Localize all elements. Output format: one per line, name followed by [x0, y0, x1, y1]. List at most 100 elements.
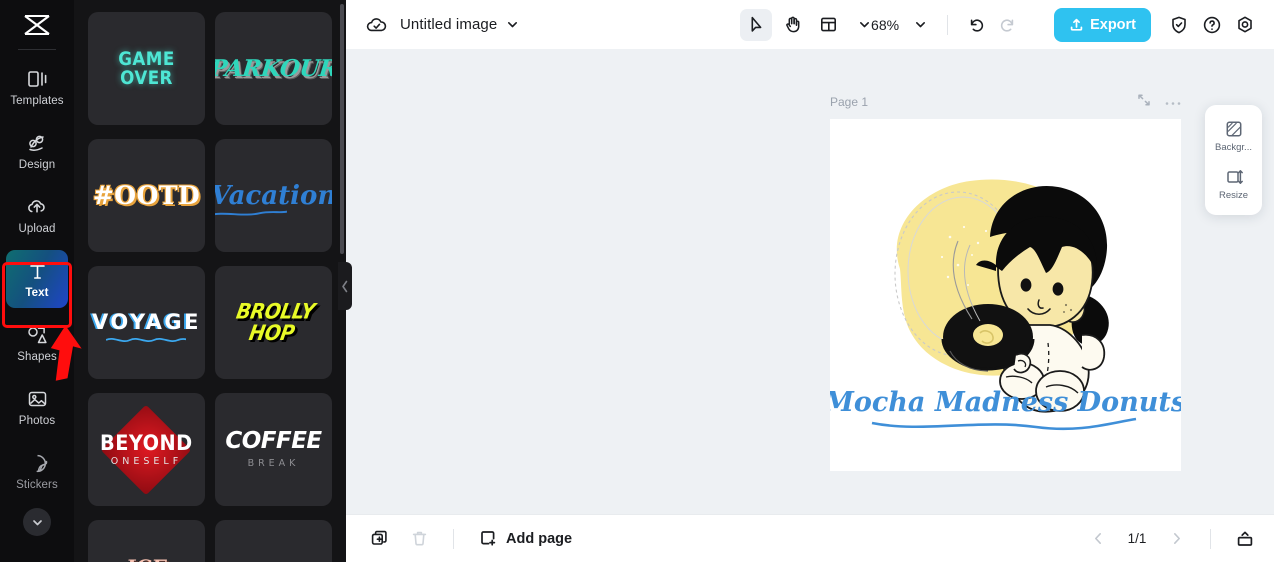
main-area: Untitled image 68% Export Page 1 Mocha M… [346, 0, 1274, 562]
underline-wave-icon [215, 210, 287, 216]
canvas-side-panel: Backgr... Resize [1205, 105, 1262, 215]
tile-label: BEYOND [100, 430, 193, 455]
chevron-down-icon [915, 22, 925, 28]
question-circle-icon [1203, 16, 1221, 33]
add-page-button[interactable]: Add page [479, 529, 572, 548]
chevron-down-icon [32, 519, 42, 525]
sidebar-item-label: Design [18, 159, 56, 171]
chevron-left-icon [1094, 533, 1101, 544]
sidebar-item-label: Upload [18, 223, 56, 235]
text-template-tile[interactable]: BROLLY HOP [215, 266, 332, 379]
capcut-logo-icon[interactable] [17, 8, 57, 42]
title-dropdown-button[interactable] [506, 18, 519, 31]
sidebar-item-photos[interactable]: Photos [6, 378, 68, 436]
tile-label: #OOTD [92, 181, 201, 210]
text-template-tile[interactable]: #OOTD [88, 139, 205, 252]
shield-check-icon [1172, 16, 1186, 33]
tile-label: ICE CREAM [88, 557, 205, 562]
layout-dropdown-button[interactable] [848, 9, 880, 41]
text-template-tile[interactable]: Vacation [215, 139, 332, 252]
sidebar-item-label: Shapes [17, 351, 57, 363]
sidebar-item-label: Text [25, 287, 49, 299]
top-toolbar: Untitled image 68% Export [346, 0, 1274, 49]
background-label: Backgr... [1215, 142, 1252, 153]
text-templates-grid: GAME OVER PARKOUR #OOTD Vacation VOYAGE [74, 0, 346, 562]
resize-button[interactable]: Resize [1208, 162, 1260, 206]
next-page-button[interactable] [1161, 524, 1191, 554]
page-label: Page 1 [830, 95, 869, 109]
redo-icon [1000, 19, 1013, 32]
sidebar-item-stickers[interactable]: Stickers [6, 442, 68, 500]
undo-button[interactable] [960, 10, 990, 40]
zoom-dropdown-button[interactable] [905, 10, 935, 40]
resize-corner-icon[interactable] [1137, 93, 1151, 112]
sidebar-item-design[interactable]: Design [6, 122, 68, 180]
shield-check-button[interactable] [1164, 10, 1194, 40]
tile-label: VOYAGE [91, 310, 202, 334]
toolbar-right: 68% Export [871, 7, 1260, 42]
duplicate-page-icon [371, 530, 387, 545]
redo-button[interactable] [993, 10, 1023, 40]
left-sidebar: Templates Design Upload Text Shapes Phot… [0, 0, 74, 562]
design-canvas[interactable]: Mocha Madness Donuts [830, 119, 1181, 471]
text-template-tile[interactable]: COFFEE BREAK [215, 393, 332, 506]
tile-label: COFFEE [225, 428, 322, 455]
resize-label: Resize [1218, 190, 1249, 201]
bottom-divider [453, 528, 454, 549]
add-page-label: Add page [506, 530, 573, 547]
bottom-bar: Add page 1/1 [346, 514, 1274, 562]
tile-label: PARKOUR [215, 55, 332, 82]
text-template-tile[interactable]: BEYOND ONESELF [88, 393, 205, 506]
prev-page-button[interactable] [1083, 524, 1113, 554]
trash-icon [412, 531, 426, 546]
text-template-tile[interactable]: PARKOUR [215, 12, 332, 125]
settings-button[interactable] [1230, 10, 1260, 40]
text-t-icon [25, 259, 49, 283]
sticker-icon [25, 451, 49, 475]
sidebar-item-text[interactable]: Text [6, 250, 68, 308]
toolbar-divider [947, 14, 949, 35]
text-template-tile[interactable]: VOYAGE [88, 266, 205, 379]
design-icon [25, 131, 49, 155]
upload-arrow-icon [1070, 18, 1083, 31]
export-button[interactable]: Export [1054, 7, 1151, 42]
artwork-illustration: Mocha Madness Donuts [830, 179, 1181, 431]
panel-collapse-handle[interactable] [338, 262, 352, 310]
sidebar-item-shapes[interactable]: Shapes [6, 314, 68, 372]
panel-scrollbar[interactable] [340, 4, 344, 254]
text-templates-panel: GAME OVER PARKOUR #OOTD Vacation VOYAGE [74, 0, 346, 562]
text-template-tile[interactable]: GAME OVER [88, 12, 205, 125]
sidebar-item-label: Photos [18, 415, 56, 427]
hand-tool-button[interactable] [776, 9, 808, 41]
text-template-tile[interactable]: ICE CREAM [88, 520, 205, 562]
duplicate-page-button[interactable] [364, 524, 394, 554]
photos-icon [25, 387, 49, 411]
page-indicator: 1/1 [1127, 531, 1147, 546]
canvas-stage[interactable]: Page 1 Mocha Madness Donuts Backgr... Re… [346, 49, 1274, 514]
tile-label: Vacation [215, 180, 332, 211]
expand-panel-button[interactable] [1230, 524, 1260, 554]
undo-icon [970, 19, 983, 32]
bottom-divider-right [1210, 528, 1211, 549]
sidebar-item-label: Stickers [16, 479, 58, 491]
templates-icon [25, 67, 49, 91]
cloud-saved-icon[interactable] [364, 12, 390, 38]
add-page-icon [481, 531, 496, 546]
headline-underline-swoosh [871, 417, 1137, 431]
sidebar-item-templates[interactable]: Templates [6, 58, 68, 116]
background-button[interactable]: Backgr... [1208, 114, 1260, 158]
export-label: Export [1090, 16, 1136, 33]
tile-sublabel: BREAK [247, 458, 300, 470]
document-title[interactable]: Untitled image [400, 16, 497, 33]
sidebar-item-upload[interactable]: Upload [6, 186, 68, 244]
sidebar-more-button[interactable] [23, 508, 51, 536]
delete-page-button[interactable] [404, 524, 434, 554]
sidebar-item-label: Templates [10, 95, 64, 107]
app-root: Templates Design Upload Text Shapes Phot… [0, 0, 1274, 562]
help-button[interactable] [1197, 10, 1227, 40]
text-template-tile[interactable]: COFFEE [215, 520, 332, 562]
select-tool-button[interactable] [740, 8, 772, 41]
layout-tool-button[interactable] [812, 9, 844, 41]
more-dots-icon[interactable] [1165, 93, 1181, 111]
artwork-headline: Mocha Madness Donuts [830, 387, 1181, 418]
